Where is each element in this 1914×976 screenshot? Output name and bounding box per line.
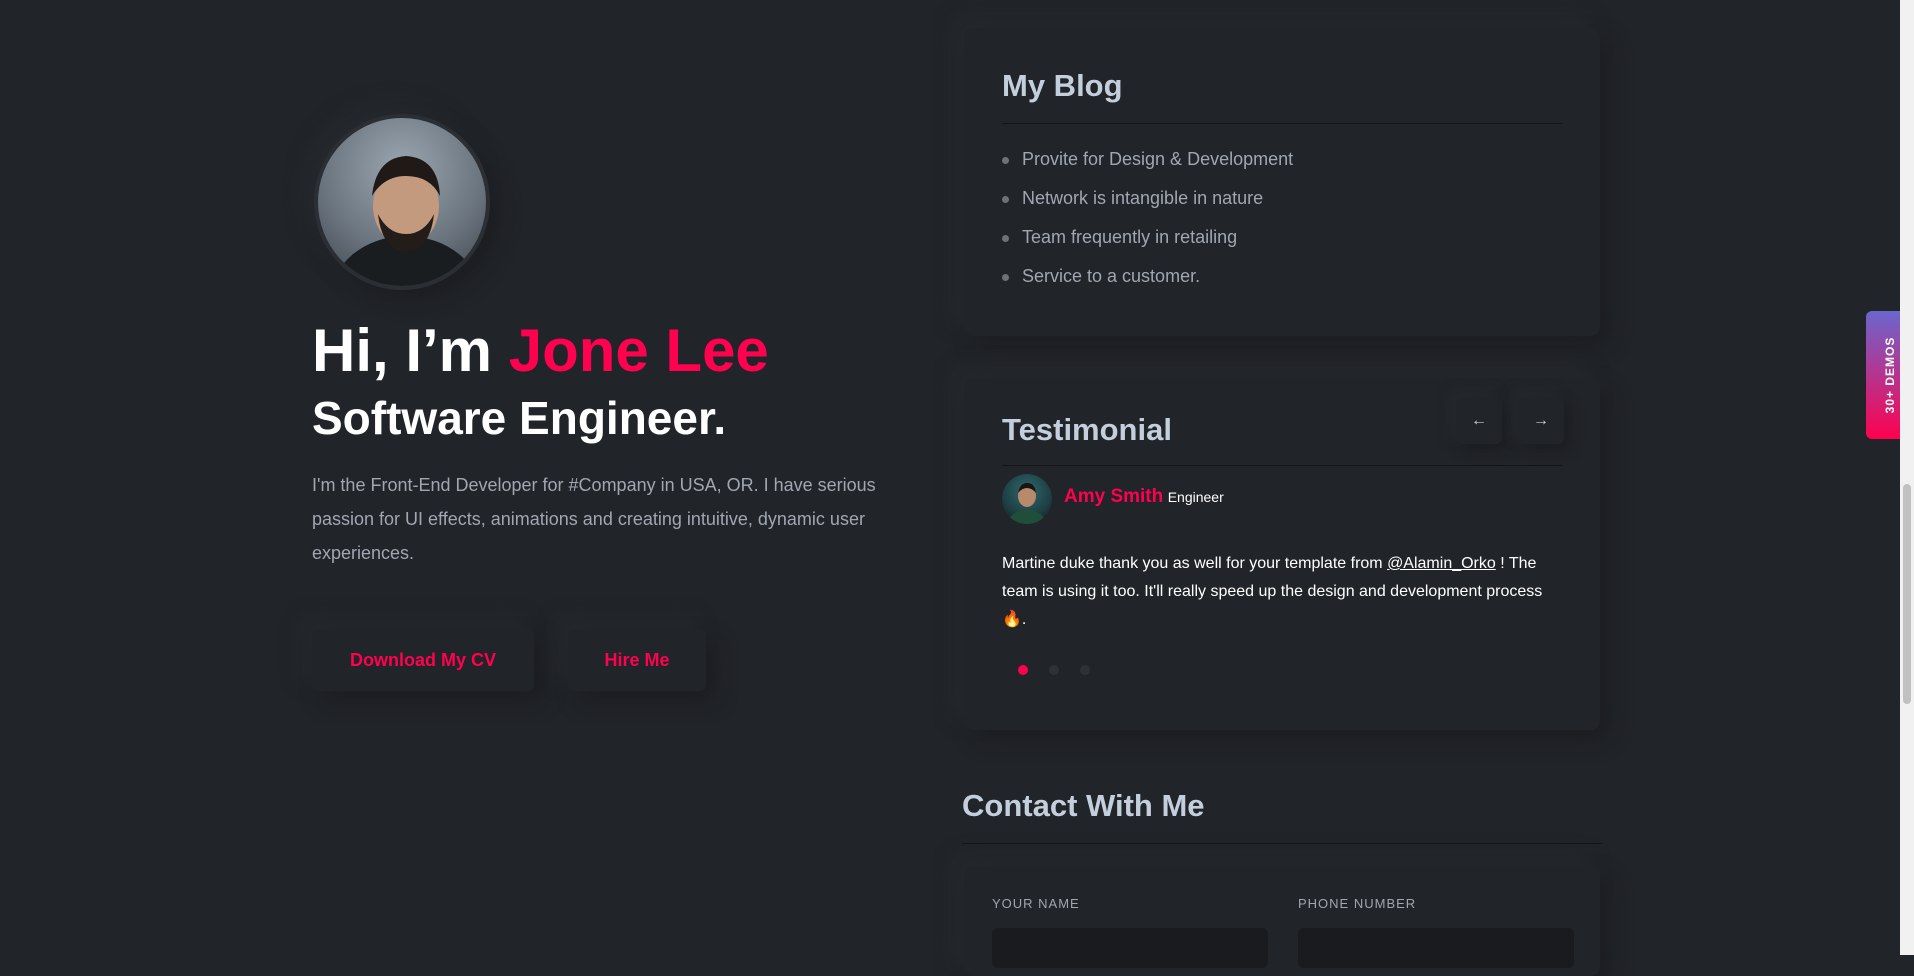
- testimonial-text: Martine duke thank you as well for your …: [1002, 550, 1567, 634]
- profile-avatar: [314, 114, 490, 290]
- testimonial-handle-link[interactable]: @Alamin_Orko: [1387, 555, 1496, 572]
- blog-item[interactable]: Network is intangible in nature: [1002, 179, 1562, 218]
- testimonial-avatar: [1002, 474, 1052, 524]
- blog-item[interactable]: Team frequently in retailing: [1002, 218, 1562, 257]
- demos-tab-label: 30+ DEMOS: [1883, 336, 1897, 414]
- testimonial-author-name[interactable]: Amy Smith: [1064, 486, 1163, 507]
- testimonial-author: Amy Smith Engineer: [1064, 486, 1224, 508]
- testimonial-card: Testimonial ← → Amy Smith Engineer Marti…: [964, 378, 1600, 730]
- download-cv-button[interactable]: Download My CV: [312, 629, 534, 691]
- prev-arrow-icon[interactable]: ←: [1456, 398, 1502, 444]
- next-arrow-icon[interactable]: →: [1518, 398, 1564, 444]
- testimonial-text-before: Martine duke thank you as well for your …: [1002, 555, 1388, 572]
- scrollbar-track[interactable]: [1900, 0, 1914, 955]
- testimonial-title: Testimonial: [1002, 412, 1172, 447]
- name-label: YOUR NAME: [992, 896, 1080, 911]
- contact-form: YOUR NAME PHONE NUMBER: [964, 866, 1600, 976]
- hero-greeting: Hi, I’m: [312, 317, 509, 384]
- blog-card: My Blog Provite for Design & Development…: [964, 28, 1600, 336]
- slider-dot[interactable]: [1018, 665, 1028, 675]
- blog-list: Provite for Design & Development Network…: [1002, 140, 1562, 296]
- hire-me-button[interactable]: Hire Me: [568, 629, 706, 691]
- testimonial-author-role: Engineer: [1167, 489, 1224, 505]
- hero-name: Jone Lee: [508, 317, 769, 384]
- hero-role: Software Engineer.: [312, 392, 727, 444]
- phone-input[interactable]: [1298, 928, 1574, 968]
- blog-title: My Blog: [1002, 68, 1123, 103]
- blog-item[interactable]: Service to a customer.: [1002, 257, 1562, 296]
- blog-item[interactable]: Provite for Design & Development: [1002, 140, 1562, 179]
- blog-divider: [1002, 123, 1562, 124]
- phone-label: PHONE NUMBER: [1298, 896, 1417, 911]
- testimonial-divider: [1002, 465, 1562, 466]
- slider-dot[interactable]: [1080, 665, 1090, 675]
- name-input[interactable]: [992, 928, 1268, 968]
- contact-title: Contact With Me: [962, 788, 1205, 823]
- contact-divider: [962, 843, 1602, 844]
- hero-description: I'm the Front-End Developer for #Company…: [312, 475, 876, 563]
- scrollbar-thumb[interactable]: [1903, 484, 1911, 704]
- hero-title: Hi, I’m Jone Lee: [312, 315, 769, 387]
- slider-dot[interactable]: [1049, 665, 1059, 675]
